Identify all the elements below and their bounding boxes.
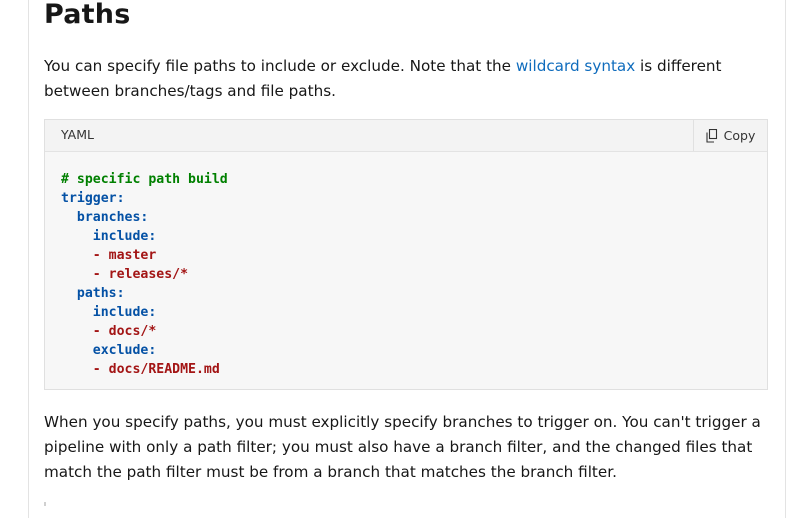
code-line: - docs/README.md <box>61 360 751 379</box>
wildcard-syntax-link[interactable]: wildcard syntax <box>516 57 635 75</box>
code-token: include: <box>92 305 157 320</box>
code-line: include: <box>61 227 751 246</box>
copy-button[interactable]: Copy <box>693 120 767 151</box>
code-line: paths: <box>61 284 751 303</box>
code-content: # specific path build trigger: branches: … <box>45 152 767 379</box>
code-token: branches: <box>76 210 149 225</box>
intro-paragraph: You can specify file paths to include or… <box>44 54 768 104</box>
code-token: trigger: <box>61 191 125 206</box>
code-token: exclude: <box>92 343 157 358</box>
copy-label: Copy <box>723 128 756 143</box>
copy-icon <box>706 128 717 143</box>
code-block: YAML Copy # specific path build trigger: … <box>44 119 768 390</box>
code-token: - docs/README.md <box>92 362 220 377</box>
code-token: - releases/* <box>92 267 189 282</box>
code-line: include: <box>61 303 751 322</box>
code-line: trigger: <box>61 189 751 208</box>
code-line: # specific path build <box>61 170 751 189</box>
code-token: paths: <box>76 286 125 301</box>
code-token: - docs/* <box>92 324 157 339</box>
intro-text-before: You can specify file paths to include or… <box>44 57 516 75</box>
code-language-label: YAML <box>61 127 94 142</box>
code-token: include: <box>92 229 157 244</box>
page-heading: Paths <box>44 0 131 30</box>
code-line: branches: <box>61 208 751 227</box>
code-header: YAML Copy <box>45 120 767 152</box>
code-line: - docs/* <box>61 322 751 341</box>
code-line: - releases/* <box>61 265 751 284</box>
code-line: - master <box>61 246 751 265</box>
code-token: - master <box>92 248 157 263</box>
next-section-marker <box>44 502 46 506</box>
code-line: exclude: <box>61 341 751 360</box>
code-token: # specific path build <box>61 172 228 187</box>
note-paragraph: When you specify paths, you must explici… <box>44 413 761 481</box>
